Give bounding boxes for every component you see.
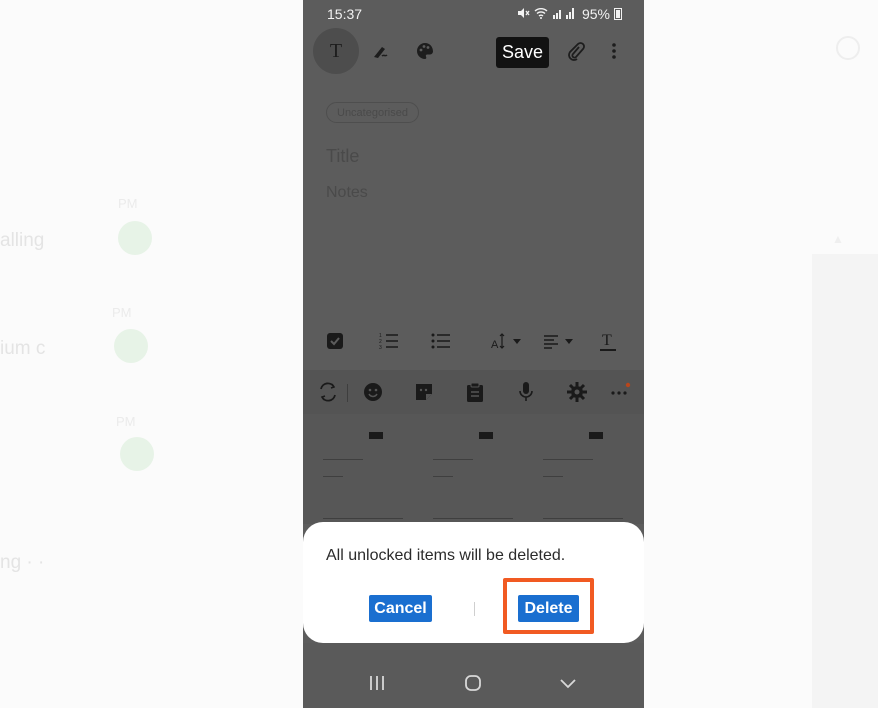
bg-time-label: PM bbox=[112, 305, 132, 320]
status-icons: 95% bbox=[517, 6, 622, 22]
back-chevron-icon[interactable] bbox=[556, 671, 580, 695]
svg-text:3: 3 bbox=[379, 345, 382, 350]
keyboard-separator bbox=[347, 384, 348, 402]
palette-icon[interactable] bbox=[403, 28, 447, 74]
clipboard-thumbnail[interactable] bbox=[309, 414, 419, 524]
pen-icon[interactable] bbox=[359, 28, 403, 74]
home-icon[interactable] bbox=[461, 671, 485, 695]
clipboard-icon[interactable] bbox=[463, 380, 487, 404]
navigation-bar bbox=[303, 657, 644, 708]
bg-time-label: PM bbox=[116, 414, 136, 429]
delete-confirmation-dialog: All unlocked items will be deleted. Canc… bbox=[303, 522, 644, 643]
keyboard-remnant bbox=[303, 643, 644, 657]
bg-avatar bbox=[114, 329, 148, 363]
keyboard-toolbar bbox=[303, 370, 644, 414]
more-options-icon[interactable] bbox=[595, 28, 633, 74]
dialog-message: All unlocked items will be deleted. bbox=[326, 547, 566, 564]
numbered-list-icon[interactable]: 123 bbox=[379, 328, 399, 354]
settings-gear-icon[interactable] bbox=[565, 380, 589, 404]
translate-icon[interactable] bbox=[316, 380, 340, 404]
cancel-button[interactable]: Cancel bbox=[369, 595, 432, 622]
format-toolbar: 123 A T bbox=[303, 320, 644, 362]
screenshot-stage: PM alling PM ium c PM ng · · ▲ 15:37 95%… bbox=[0, 0, 878, 708]
font-size-icon[interactable]: A bbox=[491, 328, 523, 354]
more-keyboard-icon[interactable] bbox=[608, 380, 632, 404]
note-body-field[interactable]: Notes bbox=[326, 184, 368, 202]
text-style-icon[interactable]: T bbox=[600, 328, 616, 354]
checkbox-icon[interactable] bbox=[326, 328, 344, 354]
bg-list-label: alling bbox=[0, 230, 45, 251]
status-time: 15:37 bbox=[327, 6, 363, 22]
background-panel-right bbox=[812, 254, 878, 708]
note-title-field[interactable]: Title bbox=[326, 146, 359, 167]
battery-icon bbox=[614, 8, 622, 20]
background-content-left: PM alling PM ium c PM ng · · bbox=[0, 0, 300, 708]
bullet-list-icon[interactable] bbox=[431, 328, 451, 354]
mute-icon bbox=[517, 6, 530, 22]
editor-toolbar: T Save bbox=[303, 28, 644, 78]
save-button[interactable]: Save bbox=[496, 37, 549, 68]
text-mode-icon[interactable]: T bbox=[313, 28, 359, 74]
bg-avatar bbox=[118, 221, 152, 255]
delete-button[interactable]: Delete bbox=[518, 595, 579, 622]
wifi-icon bbox=[534, 6, 548, 22]
clipboard-thumbnails bbox=[303, 414, 644, 524]
signal-icon bbox=[552, 6, 578, 22]
bg-caret-icon: ▲ bbox=[832, 232, 844, 246]
microphone-icon[interactable] bbox=[514, 380, 538, 404]
status-bar: 15:37 95% bbox=[303, 0, 644, 28]
bg-time-label: PM bbox=[118, 196, 138, 211]
bg-circle-icon bbox=[836, 36, 860, 60]
recent-apps-icon[interactable] bbox=[365, 671, 389, 695]
clipboard-thumbnail[interactable] bbox=[419, 414, 529, 524]
attach-icon[interactable] bbox=[555, 28, 595, 74]
bg-list-label: ium c bbox=[0, 338, 46, 359]
svg-text:T: T bbox=[602, 332, 612, 349]
dialog-button-divider bbox=[474, 602, 475, 616]
clipboard-thumbnail[interactable] bbox=[529, 414, 639, 524]
bg-avatar bbox=[120, 437, 154, 471]
battery-percent: 95% bbox=[581, 6, 610, 22]
category-chip[interactable]: Uncategorised bbox=[326, 102, 419, 123]
svg-text:A: A bbox=[491, 339, 499, 350]
sticker-icon[interactable] bbox=[412, 380, 436, 404]
phone-screen: 15:37 95% T Save Uncategorised Title Not… bbox=[303, 0, 644, 708]
text-align-icon[interactable] bbox=[543, 328, 577, 354]
bg-list-label: ng · · bbox=[0, 552, 45, 573]
emoji-icon[interactable] bbox=[361, 380, 385, 404]
